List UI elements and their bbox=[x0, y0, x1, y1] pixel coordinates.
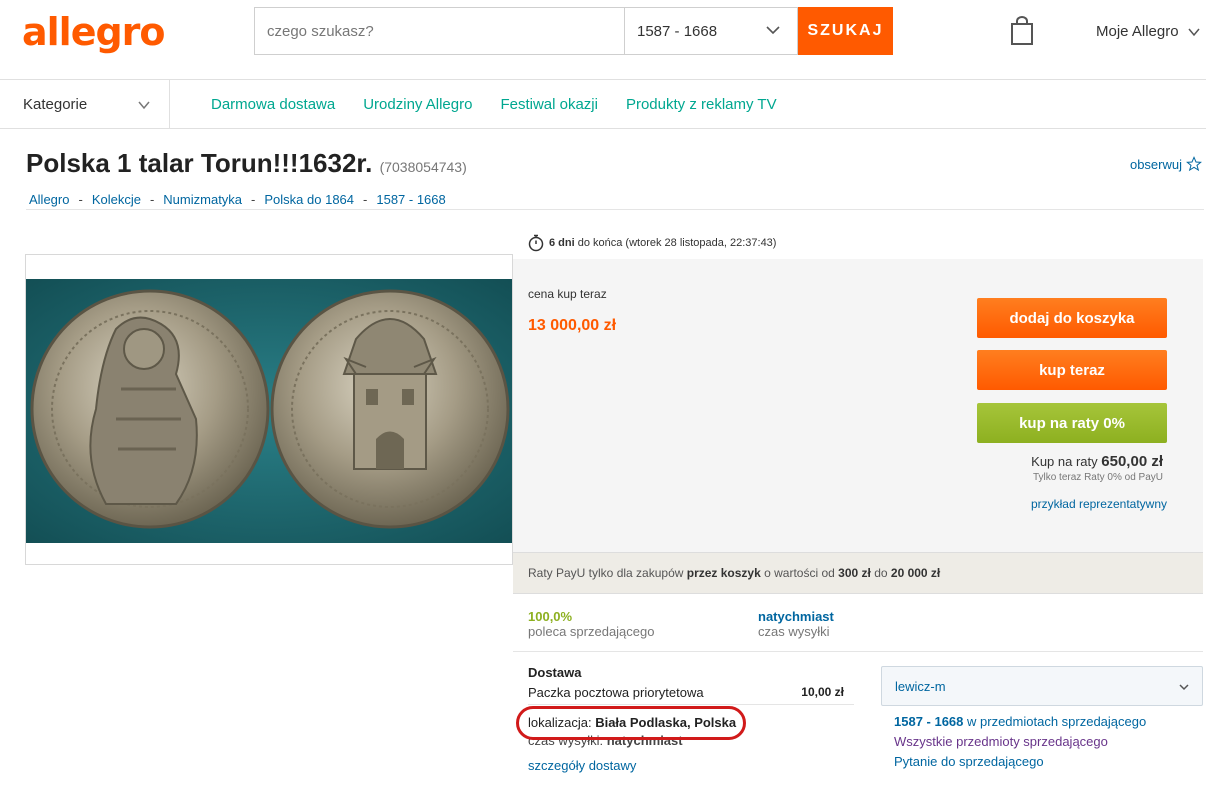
recommend-label: poleca sprzedającego bbox=[528, 624, 655, 639]
breadcrumb-item[interactable]: 1587 - 1668 bbox=[376, 192, 445, 207]
category-select-value: 1587 - 1668 bbox=[637, 22, 718, 40]
highlight-annotation bbox=[516, 706, 746, 740]
delivery-cost: 10,00 zł bbox=[801, 685, 844, 699]
chevron-down-icon bbox=[1187, 28, 1200, 36]
breadcrumb-item[interactable]: Numizmatyka bbox=[163, 192, 242, 207]
nav-link-tv-products[interactable]: Produkty z reklamy TV bbox=[626, 96, 777, 113]
product-gallery[interactable] bbox=[25, 254, 513, 565]
account-label: Moje Allegro bbox=[1096, 23, 1179, 40]
chevron-down-icon bbox=[766, 26, 780, 35]
seller-name: lewicz-m bbox=[895, 678, 946, 694]
ask-seller-link[interactable]: Pytanie do sprzedającego bbox=[894, 752, 1146, 772]
timer-days: 6 dni bbox=[549, 237, 575, 249]
seller-links: 1587 - 1668 w przedmiotach sprzedającego… bbox=[894, 712, 1146, 772]
category-nav: Kategorie Darmowa dostawa Urodziny Alleg… bbox=[0, 80, 1206, 129]
shipping-time-label: czas wysyłki bbox=[758, 624, 830, 639]
top-header: allegro czego szukasz? 1587 - 1668 SZUKA… bbox=[0, 0, 1206, 80]
payu-bold-3: 20 000 zł bbox=[890, 566, 941, 580]
payu-text-3: do bbox=[870, 566, 891, 580]
delivery-details-link[interactable]: szczegóły dostawy bbox=[528, 758, 636, 773]
shipping-time: natychmiast czas wysyłki bbox=[758, 609, 834, 639]
star-icon bbox=[1186, 156, 1202, 172]
shipping-time-value: natychmiast bbox=[758, 609, 834, 624]
installments-note: Tylko teraz Raty 0% od PayU bbox=[1032, 472, 1163, 483]
chevron-down-icon bbox=[138, 101, 150, 110]
watch-button[interactable]: obserwuj bbox=[1130, 156, 1202, 172]
delivery-title: Dostawa bbox=[528, 665, 582, 680]
buy-in-installments-button[interactable]: kup na raty 0% bbox=[977, 403, 1167, 443]
categories-label: Kategorie bbox=[23, 95, 88, 113]
installments-info: Kup na raty 650,00 zł bbox=[1031, 453, 1163, 470]
seller-recommendation: 100,0% poleca sprzedającego bbox=[528, 609, 654, 639]
delivery-method-row: Paczka pocztowa priorytetowa 10,00 zł bbox=[528, 685, 844, 700]
payu-text-1: Raty PayU tylko dla zakupów bbox=[528, 566, 687, 580]
seller-all-items-link[interactable]: Wszystkie przedmioty sprzedającego bbox=[894, 732, 1146, 752]
account-menu[interactable]: Moje Allegro bbox=[1096, 23, 1201, 40]
chevron-down-icon bbox=[1179, 684, 1189, 691]
allegro-logo[interactable]: allegro bbox=[22, 10, 166, 54]
offer-id: (7038054743) bbox=[379, 159, 467, 175]
nav-link-free-delivery[interactable]: Darmowa dostawa bbox=[211, 96, 335, 113]
promo-links: Darmowa dostawa Urodziny Allegro Festiwa… bbox=[211, 96, 777, 113]
watch-label: obserwuj bbox=[1129, 156, 1182, 172]
breadcrumb-item[interactable]: Polska do 1864 bbox=[264, 192, 354, 207]
price-label: cena kup teraz bbox=[528, 287, 607, 301]
coin-photo[interactable] bbox=[26, 279, 512, 543]
seller-category-link[interactable]: 1587 - 1668 w przedmiotach sprzedającego bbox=[894, 712, 1146, 732]
offer-title: Polska 1 talar Torun!!!1632r. (703805474… bbox=[26, 148, 467, 179]
payu-text-2: o wartości od bbox=[760, 566, 839, 580]
delivery-method: Paczka pocztowa priorytetowa bbox=[528, 685, 704, 700]
divider bbox=[26, 209, 1204, 210]
purchase-panel: cena kup teraz 13 000,00 zł dodaj do kos… bbox=[513, 259, 1203, 552]
shopping-bag-icon[interactable] bbox=[1010, 16, 1034, 46]
seller-dropdown[interactable]: lewicz-m bbox=[881, 666, 1203, 706]
divider bbox=[528, 704, 854, 705]
timer-end: do końca (wtorek 28 listopada, 22:37:43) bbox=[574, 237, 777, 249]
offer-title-text: Polska 1 talar Torun!!!1632r. bbox=[26, 148, 373, 178]
buy-now-button[interactable]: kup teraz bbox=[977, 350, 1167, 390]
nav-link-birthday[interactable]: Urodziny Allegro bbox=[363, 96, 472, 113]
breadcrumb-item[interactable]: Allegro bbox=[29, 192, 69, 207]
price-value: 13 000,00 zł bbox=[528, 317, 617, 334]
search-input[interactable]: czego szukasz? bbox=[254, 7, 624, 55]
representative-example-link[interactable]: przykład reprezentatywny bbox=[1031, 497, 1167, 511]
breadcrumb: Allegro - Kolekcje - Numizmatyka - Polska d… bbox=[29, 192, 446, 207]
recommend-value: 100,0% bbox=[528, 609, 573, 624]
nav-link-deals-festival[interactable]: Festiwal okazji bbox=[500, 96, 598, 113]
installments-label: Kup na raty bbox=[1031, 454, 1098, 469]
search-placeholder: czego szukasz? bbox=[267, 22, 374, 40]
search-button[interactable]: SZUKAJ bbox=[798, 7, 893, 55]
coin-illustration bbox=[26, 279, 512, 543]
breadcrumb-item[interactable]: Kolekcje bbox=[92, 192, 141, 207]
category-select[interactable]: 1587 - 1668 bbox=[624, 7, 798, 55]
payu-bold-2: 300 zł bbox=[838, 566, 871, 580]
payu-info-bar: Raty PayU tylko dla zakupów przez koszyk… bbox=[513, 552, 1203, 594]
installments-amount: 650,00 zł bbox=[1101, 453, 1163, 470]
add-to-cart-button[interactable]: dodaj do koszyka bbox=[977, 298, 1167, 338]
categories-dropdown[interactable]: Kategorie bbox=[0, 80, 170, 128]
divider bbox=[513, 651, 1203, 652]
auction-timer: 6 dni do końca (wtorek 28 listopada, 22:… bbox=[528, 234, 776, 252]
payu-bold-1: przez koszyk bbox=[686, 566, 761, 580]
stopwatch-icon bbox=[528, 234, 544, 252]
